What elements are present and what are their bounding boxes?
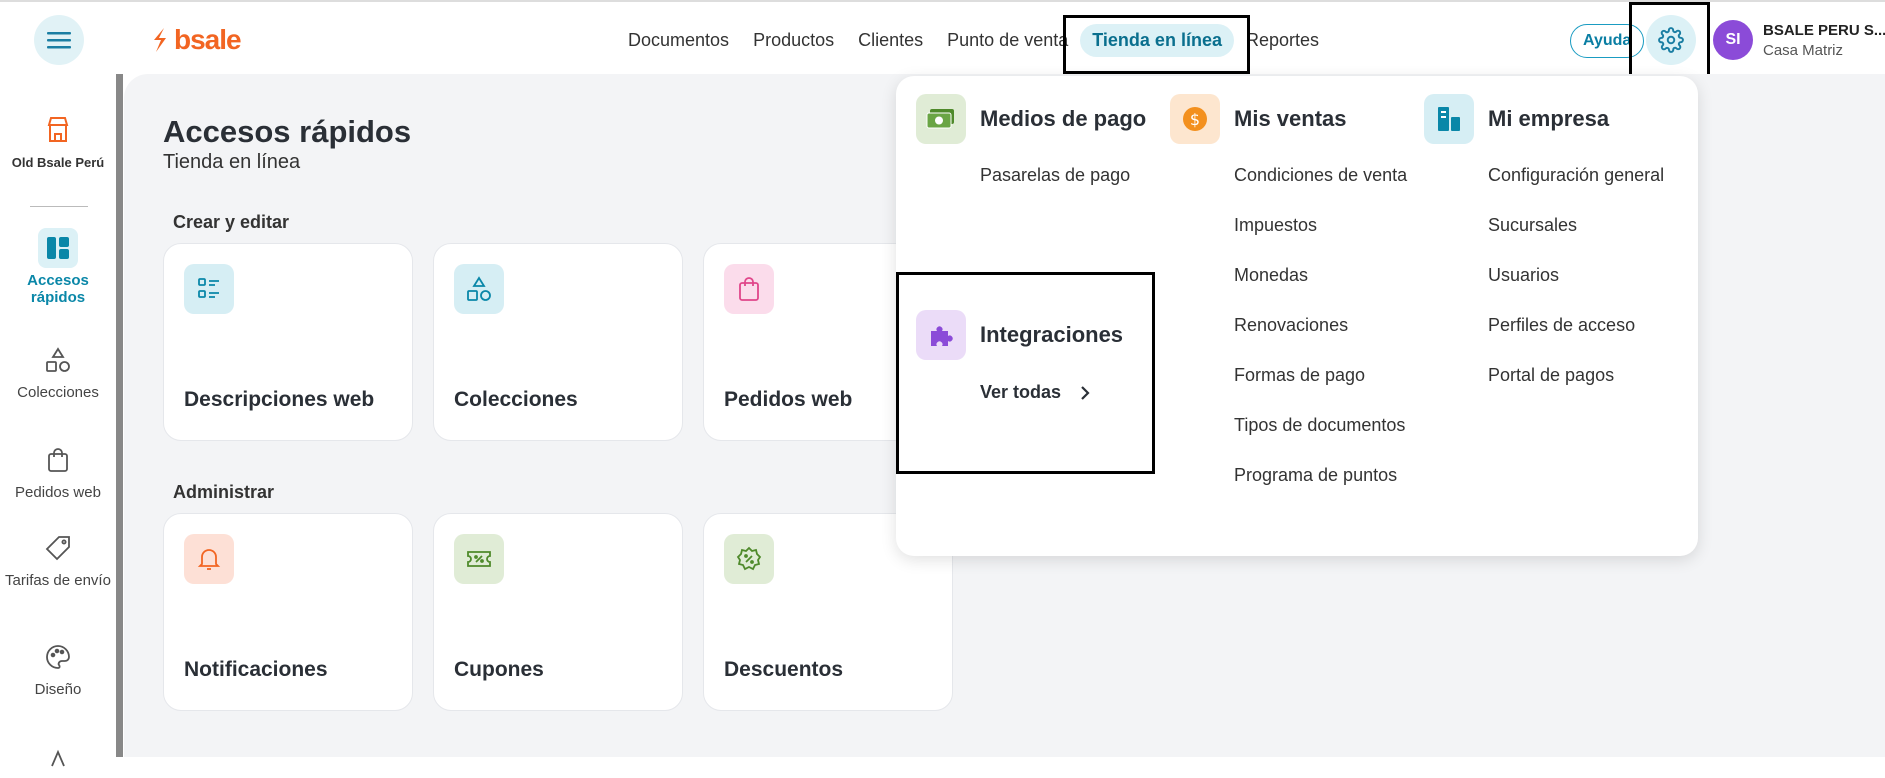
dd-link-condiciones[interactable]: Condiciones de venta xyxy=(1234,150,1407,200)
company-info[interactable]: BSALE PERU S.... Casa Matriz xyxy=(1763,22,1885,59)
section-title-administrar: Administrar xyxy=(173,482,275,502)
sidebar-item-diseno[interactable]: Diseño xyxy=(0,637,116,698)
svg-text:$: $ xyxy=(1190,110,1200,129)
dd-title-medios: Medios de pago xyxy=(980,106,1147,131)
dd-col-medios: Medios de pago Pasarelas de pago xyxy=(916,94,1146,200)
dd-link-portal-pagos[interactable]: Portal de pagos xyxy=(1488,350,1664,400)
hamburger-icon xyxy=(47,32,71,49)
shapes-icon xyxy=(38,340,78,380)
sidebar-item-tarifas[interactable]: Tarifas de envío xyxy=(0,528,116,589)
page-title: Accesos rápidos xyxy=(163,114,412,149)
sparkle-icon xyxy=(38,738,78,778)
card-label: Descuentos xyxy=(724,658,844,681)
card-descripciones-web[interactable]: Descripciones web xyxy=(163,243,413,441)
card-label: Pedidos web xyxy=(724,388,853,411)
nav-productos[interactable]: Productos xyxy=(741,24,846,57)
store-icon xyxy=(38,110,78,150)
palette-icon xyxy=(38,637,78,677)
top-bar: bsale Documentos Productos Clientes Punt… xyxy=(0,0,1885,77)
dd-link-monedas[interactable]: Monedas xyxy=(1234,250,1407,300)
sidebar-item-more[interactable] xyxy=(0,738,116,778)
bag-icon xyxy=(724,264,774,314)
dd-col-ventas: $ Mis ventas Condiciones de venta Impues… xyxy=(1170,94,1407,500)
discount-icon xyxy=(724,534,774,584)
dd-link-perfiles[interactable]: Perfiles de acceso xyxy=(1488,300,1664,350)
dd-link-renovaciones[interactable]: Renovaciones xyxy=(1234,300,1407,350)
dashboard-icon xyxy=(38,228,78,268)
dd-link-programa-puntos[interactable]: Programa de puntos xyxy=(1234,450,1407,500)
dd-link-configuracion[interactable]: Configuración general xyxy=(1488,150,1664,200)
card-label: Cupones xyxy=(454,658,544,681)
dd-title-ventas: Mis ventas xyxy=(1234,106,1347,131)
coupon-icon xyxy=(454,534,504,584)
card-notificaciones[interactable]: Notificaciones xyxy=(163,513,413,711)
card-colecciones[interactable]: Colecciones xyxy=(433,243,683,441)
coin-icon: $ xyxy=(1170,94,1220,144)
dd-col-empresa: Mi empresa Configuración general Sucursa… xyxy=(1424,94,1664,400)
bag-icon xyxy=(38,440,78,480)
dd-link-sucursales[interactable]: Sucursales xyxy=(1488,200,1664,250)
dd-link-pasarelas[interactable]: Pasarelas de pago xyxy=(980,150,1146,200)
card-cupones[interactable]: Cupones xyxy=(433,513,683,711)
sidebar-store-label: Old Bsale Perú xyxy=(11,155,105,170)
list-icon xyxy=(184,264,234,314)
highlight-box-settings xyxy=(1629,2,1710,77)
hamburger-menu-button[interactable] xyxy=(34,15,84,65)
card-label: Notificaciones xyxy=(184,658,328,681)
nav-documentos[interactable]: Documentos xyxy=(616,24,741,57)
sidebar-label-pedidos: Pedidos web xyxy=(15,484,101,501)
sidebar-label-accesos: Accesos rápidos xyxy=(27,272,89,306)
tag-icon xyxy=(38,528,78,568)
bsale-logo-icon xyxy=(154,28,166,52)
sidebar-store[interactable]: Old Bsale Perú xyxy=(0,110,116,171)
building-icon xyxy=(1424,94,1474,144)
dd-link-impuestos[interactable]: Impuestos xyxy=(1234,200,1407,250)
money-icon xyxy=(916,94,966,144)
logo-text: bsale xyxy=(174,24,242,55)
sidebar-scrollbar[interactable] xyxy=(116,74,123,757)
bell-icon xyxy=(184,534,234,584)
sidebar-divider xyxy=(30,206,88,207)
avatar[interactable]: SI xyxy=(1713,20,1753,60)
dd-link-tipos-documentos[interactable]: Tipos de documentos xyxy=(1234,400,1407,450)
card-label: Descripciones web xyxy=(184,388,375,411)
dd-link-formas-pago[interactable]: Formas de pago xyxy=(1234,350,1407,400)
sidebar-label-colecciones: Colecciones xyxy=(17,384,99,401)
page-subtitle: Tienda en línea xyxy=(163,151,301,173)
highlight-box-tienda xyxy=(1063,15,1250,74)
nav-clientes[interactable]: Clientes xyxy=(846,24,935,57)
sidebar-item-colecciones[interactable]: Colecciones xyxy=(0,340,116,401)
company-branch: Casa Matriz xyxy=(1763,42,1844,59)
sidebar-label-tarifas: Tarifas de envío xyxy=(5,572,111,589)
section-title-crear: Crear y editar xyxy=(173,212,290,232)
dd-link-usuarios[interactable]: Usuarios xyxy=(1488,250,1664,300)
sidebar-item-pedidos-web[interactable]: Pedidos web xyxy=(0,440,116,501)
card-label: Colecciones xyxy=(454,388,578,411)
nav-punto-de-venta[interactable]: Punto de venta xyxy=(935,24,1080,57)
shapes-icon xyxy=(454,264,504,314)
company-name: BSALE PERU S.... xyxy=(1763,22,1885,39)
dd-title-empresa: Mi empresa xyxy=(1488,106,1610,131)
bsale-logo[interactable]: bsale xyxy=(150,24,242,56)
highlight-box-integraciones xyxy=(896,272,1155,474)
sidebar-item-accesos-rapidos[interactable]: Accesos rápidos xyxy=(0,228,116,306)
sidebar-label-diseno: Diseño xyxy=(34,681,82,698)
